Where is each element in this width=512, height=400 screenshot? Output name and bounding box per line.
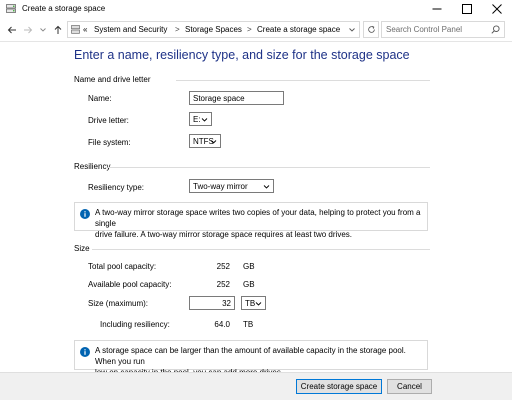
maximize-button[interactable] (452, 0, 482, 18)
drive-letter-label: Drive letter: (88, 116, 129, 125)
minimize-icon (432, 8, 442, 10)
search-input[interactable] (382, 22, 490, 37)
search-icon[interactable] (491, 25, 500, 34)
chevron-down-icon (255, 302, 262, 306)
chevron-down-icon (263, 185, 270, 189)
size-info-box: A storage space can be larger than the a… (74, 340, 428, 377)
breadcrumb[interactable]: « System and Security > Storage Spaces >… (67, 21, 360, 38)
breadcrumb-separator: > (247, 25, 252, 34)
info-icon (80, 347, 90, 357)
total-capacity-value: 252 (216, 262, 230, 271)
breadcrumb-system-and-security[interactable]: System and Security (94, 25, 167, 34)
section-divider (92, 249, 430, 250)
size-maximum-field[interactable] (189, 296, 235, 310)
available-capacity-value: 252 (216, 280, 230, 289)
info-line: drive failure. A two-way mirror storage … (95, 230, 352, 239)
forward-arrow-icon (24, 26, 33, 34)
recent-locations-button[interactable] (36, 23, 50, 37)
total-capacity-label: Total pool capacity: (88, 262, 157, 271)
section-heading-name: Name and drive letter (74, 75, 151, 84)
total-capacity-unit: GB (243, 262, 255, 271)
resiliency-info-box: A two-way mirror storage space writes tw… (74, 202, 428, 239)
including-resiliency-value: 64.0 (214, 320, 230, 329)
chevron-down-icon (201, 118, 208, 122)
size-unit-select[interactable]: TB (241, 296, 266, 310)
page-title: Enter a name, resiliency type, and size … (74, 48, 410, 62)
up-button[interactable] (51, 23, 65, 37)
info-line: A storage space can be larger than the a… (95, 346, 406, 366)
drive-letter-select[interactable]: E: (189, 112, 212, 126)
address-dropdown-icon[interactable] (348, 26, 356, 34)
refresh-icon (367, 25, 375, 33)
file-system-select[interactable]: NTFS (189, 134, 221, 148)
refresh-button[interactable] (363, 21, 379, 38)
section-heading-resiliency: Resiliency (74, 162, 111, 171)
minimize-button[interactable] (422, 0, 452, 18)
resiliency-type-select[interactable]: Two-way mirror (189, 179, 274, 193)
breadcrumb-storage-spaces[interactable]: Storage Spaces (185, 25, 242, 34)
info-icon (80, 209, 90, 219)
chevron-down-icon (40, 28, 46, 32)
section-divider (108, 167, 430, 168)
breadcrumb-separator: > (175, 25, 180, 34)
section-heading-size: Size (74, 244, 90, 253)
window-title: Create a storage space (22, 4, 106, 13)
breadcrumb-create-storage-space[interactable]: Create a storage space (257, 25, 340, 34)
title-bar: Create a storage space (0, 0, 512, 18)
including-resiliency-unit: TB (243, 320, 254, 329)
button-bar: Create storage space Cancel (0, 372, 512, 400)
chevron-down-icon (210, 140, 217, 144)
drive-letter-value: E: (193, 115, 201, 124)
resiliency-type-label: Resiliency type: (88, 183, 145, 192)
section-divider (176, 80, 430, 81)
resiliency-info-text: A two-way mirror storage space writes tw… (95, 207, 427, 240)
close-button[interactable] (482, 0, 512, 18)
back-button[interactable] (5, 23, 19, 37)
search-box[interactable] (381, 21, 505, 38)
cancel-button[interactable]: Cancel (387, 379, 432, 394)
resiliency-type-value: Two-way mirror (193, 182, 248, 191)
close-icon (492, 4, 502, 14)
file-system-label: File system: (88, 138, 131, 147)
control-panel-icon (71, 25, 80, 34)
name-field[interactable] (189, 91, 284, 105)
size-unit-value: TB (245, 299, 256, 308)
address-bar: « System and Security > Storage Spaces >… (0, 19, 512, 41)
available-capacity-label: Available pool capacity: (88, 280, 172, 289)
forward-button[interactable] (21, 23, 35, 37)
including-resiliency-label: Including resiliency: (100, 320, 170, 329)
back-arrow-icon (7, 26, 16, 34)
maximize-icon (462, 4, 472, 14)
main-content: Enter a name, resiliency type, and size … (0, 41, 512, 377)
breadcrumb-overflow[interactable]: « (83, 25, 87, 34)
name-label: Name: (88, 94, 112, 103)
info-line: A two-way mirror storage space writes tw… (95, 208, 421, 228)
storage-spaces-icon (6, 4, 16, 13)
size-maximum-label: Size (maximum): (88, 299, 149, 308)
available-capacity-unit: GB (243, 280, 255, 289)
create-storage-space-button[interactable]: Create storage space (296, 379, 382, 394)
up-arrow-icon (54, 25, 62, 34)
